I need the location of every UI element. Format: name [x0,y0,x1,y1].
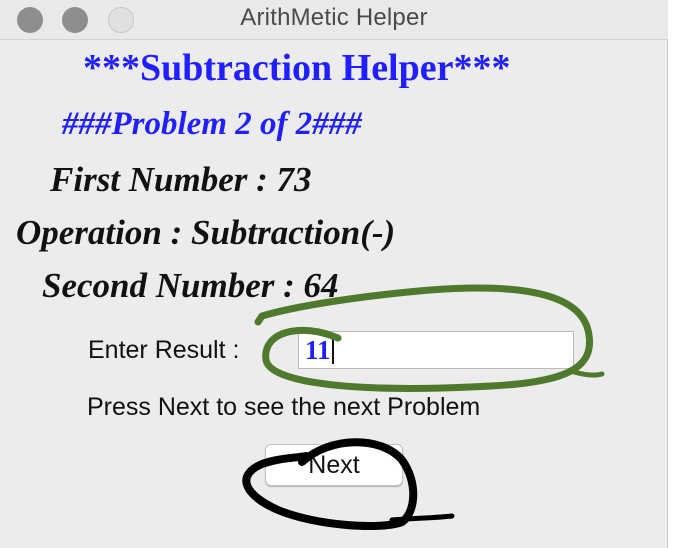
enter-result-label: Enter Result : [88,336,240,364]
text-caret [331,337,334,364]
first-number-label: First Number : 73 [50,160,312,199]
outside-window-area [669,0,676,548]
result-value: 11 [305,335,331,365]
title-bar: ArithMetic Helper [0,0,668,40]
helper-title: ***Subtraction Helper*** [83,47,511,89]
result-input[interactable]: 11 [298,331,574,369]
operation-label: Operation : Subtraction(-) [16,213,396,252]
problem-counter: ###Problem 2 of 2### [62,106,362,142]
window-title: ArithMetic Helper [240,4,428,31]
second-number-label: Second Number : 64 [42,266,339,305]
next-hint-text: Press Next to see the next Problem [87,393,481,421]
next-button[interactable]: Next [265,444,403,486]
app-window: ArithMetic Helper ***Subtraction Helper*… [0,0,668,548]
